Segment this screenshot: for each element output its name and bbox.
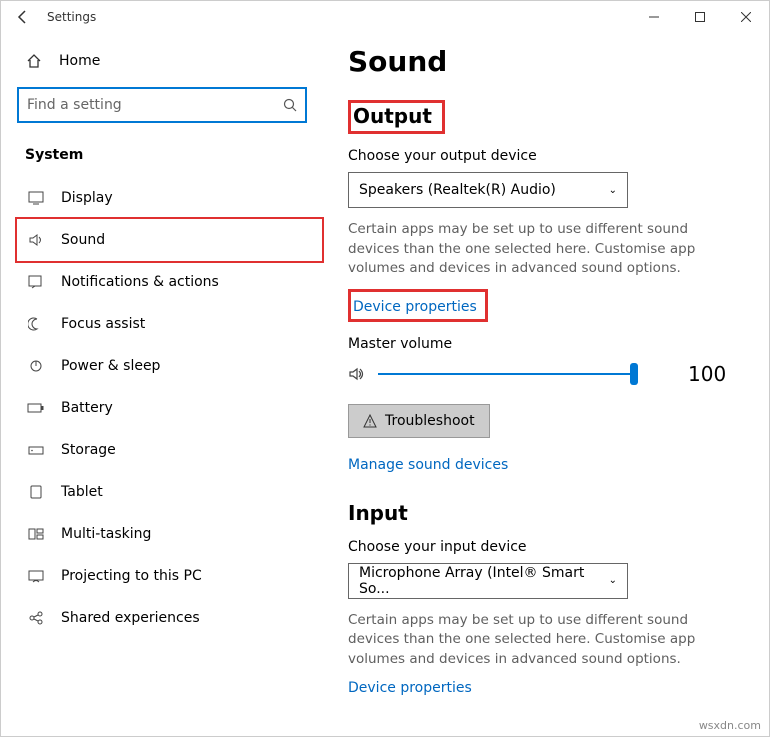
nav-display[interactable]: Display [17,177,322,219]
chevron-down-icon: ⌄ [609,575,617,586]
output-device-properties-link[interactable]: Device properties [353,299,477,315]
input-device-value: Microphone Array (Intel® Smart So... [359,565,609,597]
nav-label: Focus assist [61,316,145,332]
tablet-icon [27,485,45,499]
nav-label: Multi-tasking [61,526,151,542]
project-icon [27,569,45,583]
output-device-value: Speakers (Realtek(R) Audio) [359,182,556,198]
storage-icon [27,444,45,456]
output-heading: Output [353,104,432,128]
attribution-text: wsxdn.com [699,719,761,732]
input-device-label: Choose your input device [348,539,739,555]
nav-label: Shared experiences [61,610,200,626]
input-device-select[interactable]: Microphone Array (Intel® Smart So... ⌄ [348,563,628,599]
output-help-text: Certain apps may be set up to use differ… [348,220,739,279]
category-header: System [17,141,322,177]
nav-label: Battery [61,400,113,416]
manage-sound-devices-link[interactable]: Manage sound devices [348,457,508,473]
search-icon [283,98,297,112]
troubleshoot-button[interactable]: Troubleshoot [348,404,490,438]
home-nav[interactable]: Home [17,45,322,77]
nav-label: Notifications & actions [61,274,219,290]
input-help-text: Certain apps may be set up to use differ… [348,611,739,670]
chevron-down-icon: ⌄ [609,185,617,196]
multitask-icon [27,527,45,541]
maximize-button[interactable] [677,1,723,33]
output-heading-highlight: Output [348,100,445,134]
search-input[interactable]: Find a setting [17,87,307,123]
volume-value: 100 [688,362,726,386]
warning-icon [363,414,377,428]
home-label: Home [59,53,100,69]
output-device-label: Choose your output device [348,148,739,164]
nav-label: Sound [61,232,105,248]
nav-sound[interactable]: Sound [17,219,322,261]
nav-battery[interactable]: Battery [17,387,322,429]
nav-label: Storage [61,442,116,458]
sound-icon [27,233,45,247]
input-device-properties-link[interactable]: Device properties [348,680,472,696]
nav-multitasking[interactable]: Multi-tasking [17,513,322,555]
titlebar: Settings [1,1,769,33]
nav-shared[interactable]: Shared experiences [17,597,322,639]
nav-storage[interactable]: Storage [17,429,322,471]
nav-label: Power & sleep [61,358,160,374]
nav-label: Projecting to this PC [61,568,202,584]
nav-notifications[interactable]: Notifications & actions [17,261,322,303]
nav-list: Display Sound Notifications & actions Fo… [17,177,322,639]
volume-icon[interactable] [348,366,366,382]
output-device-select[interactable]: Speakers (Realtek(R) Audio) ⌄ [348,172,628,208]
nav-power[interactable]: Power & sleep [17,345,322,387]
power-icon [27,359,45,373]
display-icon [27,191,45,205]
content-pane: Sound Output Choose your output device S… [326,33,769,736]
master-volume-label: Master volume [348,336,739,352]
moon-icon [27,317,45,331]
battery-icon [27,402,45,414]
sidebar: Home Find a setting System Display Sound… [1,33,326,736]
nav-focus-assist[interactable]: Focus assist [17,303,322,345]
volume-slider[interactable] [378,373,638,375]
share-icon [27,611,45,625]
home-icon [25,53,43,69]
device-props-highlight: Device properties [348,289,488,322]
nav-label: Display [61,190,113,206]
nav-projecting[interactable]: Projecting to this PC [17,555,322,597]
minimize-button[interactable] [631,1,677,33]
back-button[interactable] [7,1,39,33]
page-title: Sound [348,45,739,78]
window-title: Settings [39,10,96,24]
slider-thumb[interactable] [630,363,638,385]
notifications-icon [27,275,45,289]
nav-tablet[interactable]: Tablet [17,471,322,513]
search-placeholder: Find a setting [27,97,283,113]
nav-label: Tablet [61,484,103,500]
close-button[interactable] [723,1,769,33]
troubleshoot-label: Troubleshoot [385,413,475,429]
input-heading: Input [348,501,408,525]
